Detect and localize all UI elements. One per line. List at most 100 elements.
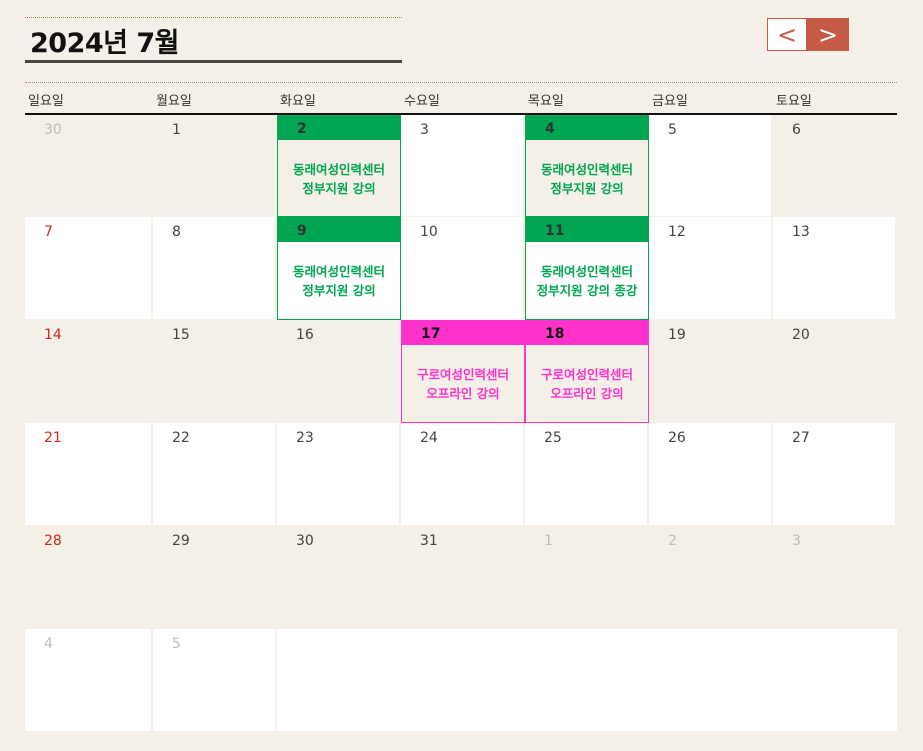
day-cell-event[interactable]: 18 구로여성인력센터오프라인 강의 xyxy=(525,320,649,423)
day-number: 1 xyxy=(172,122,181,138)
day-number: 15 xyxy=(172,327,190,343)
day-cell[interactable]: 16 xyxy=(277,320,401,423)
day-cell[interactable]: 7 xyxy=(25,217,153,320)
day-cell[interactable]: 13 xyxy=(773,217,897,320)
next-month-button[interactable]: > xyxy=(807,18,849,51)
day-number: 16 xyxy=(296,327,314,343)
weekday-wed: 수요일 xyxy=(404,94,440,109)
weekday-mon: 월요일 xyxy=(156,94,192,109)
day-number: 23 xyxy=(296,430,314,446)
day-cell[interactable]: 30 xyxy=(25,115,153,217)
day-number: 5 xyxy=(668,122,677,138)
day-number: 17 xyxy=(421,326,441,342)
day-number: 13 xyxy=(792,224,810,240)
day-number: 3 xyxy=(792,533,801,549)
day-cell[interactable]: 6 xyxy=(773,115,897,217)
event-line: 구로여성인력센터 xyxy=(416,367,509,382)
event-line: 오프라인 강의 xyxy=(550,386,624,401)
day-cell[interactable]: 5 xyxy=(153,629,277,732)
day-cell[interactable]: 5 xyxy=(649,115,773,217)
month-header: 2024년 7월 xyxy=(25,17,402,63)
day-cell[interactable]: 4 xyxy=(25,629,153,732)
day-number: 6 xyxy=(792,122,801,138)
day-number: 26 xyxy=(668,430,686,446)
calendar-grid: 30 1 2 동래여성인력센터 정부지원 강의 3 4 동래여성인력센터 정부지원 … xyxy=(25,115,897,732)
day-cell[interactable]: 3 xyxy=(401,115,525,217)
day-cell-event[interactable]: 17 구로여성인력센터 오프라인 강의 xyxy=(401,320,525,423)
day-cell[interactable]: 8 xyxy=(153,217,277,320)
day-cell[interactable]: 15 xyxy=(153,320,277,423)
day-cell[interactable]: 28 xyxy=(25,526,153,629)
day-cell[interactable]: 29 xyxy=(153,526,277,629)
event-label[interactable]: 동래여성인력센터정부지원 강의 xyxy=(278,160,400,198)
day-cell[interactable]: 3 xyxy=(773,526,897,629)
month-title: 2024년 7월 xyxy=(30,28,180,59)
event-line: 정부지원 강의 종강 xyxy=(536,283,638,298)
event-line: 정부지원 강의 xyxy=(302,181,376,196)
event-label[interactable]: 동래여성인력센터정부지원 강의 xyxy=(526,160,648,198)
day-number: 8 xyxy=(172,224,181,240)
day-number: 31 xyxy=(420,533,438,549)
event-line: 동래여성인력센터 xyxy=(540,264,633,279)
day-cell-event[interactable]: 11 동래여성인력센터정부지원 강의 종강 xyxy=(525,217,649,320)
weekday-sun: 일요일 xyxy=(28,94,64,109)
day-cell[interactable]: 22 xyxy=(153,423,277,526)
day-cell[interactable]: 14 xyxy=(25,320,153,423)
day-number: 18 xyxy=(545,326,565,342)
day-cell-event[interactable]: 2 동래여성인력센터정부지원 강의 xyxy=(277,115,401,217)
day-number: 1 xyxy=(544,533,553,549)
day-cell[interactable]: 10 xyxy=(401,217,525,320)
day-number: 12 xyxy=(668,224,686,240)
event-label[interactable]: 동래여성인력센터정부지원 강의 종강 xyxy=(526,262,648,300)
day-cell[interactable]: 30 xyxy=(277,526,401,629)
event-line: 구로여성인력센터 xyxy=(540,367,633,382)
prev-month-button[interactable]: < xyxy=(767,18,807,51)
weekday-fri: 금요일 xyxy=(652,94,688,109)
day-number: 3 xyxy=(420,122,429,138)
day-cell[interactable]: 1 xyxy=(153,115,277,217)
day-number: 19 xyxy=(668,327,686,343)
empty-area xyxy=(277,629,897,732)
day-cell[interactable]: 24 xyxy=(401,423,525,526)
day-number: 5 xyxy=(172,636,181,652)
day-number: 24 xyxy=(420,430,438,446)
day-cell[interactable]: 21 xyxy=(25,423,153,526)
day-number: 7 xyxy=(44,224,53,240)
day-number: 10 xyxy=(420,224,438,240)
day-cell[interactable]: 2 xyxy=(649,526,773,629)
day-cell-event[interactable]: 9 동래여성인력센터 정부지원 강의 xyxy=(277,217,401,320)
day-cell-event[interactable]: 4 동래여성인력센터정부지원 강의 xyxy=(525,115,649,217)
day-cell[interactable]: 12 xyxy=(649,217,773,320)
event-label[interactable]: 구로여성인력센터오프라인 강의 xyxy=(526,365,648,403)
event-line: 동래여성인력센터 xyxy=(540,162,633,177)
day-number: 11 xyxy=(545,223,565,239)
event-line: 정부지원 강의 xyxy=(302,283,376,298)
day-cell[interactable]: 26 xyxy=(649,423,773,526)
day-cell[interactable]: 27 xyxy=(773,423,897,526)
day-cell[interactable]: 31 xyxy=(401,526,525,629)
day-number: 27 xyxy=(792,430,810,446)
day-number: 4 xyxy=(545,121,555,137)
day-cell[interactable]: 25 xyxy=(525,423,649,526)
day-number: 25 xyxy=(544,430,562,446)
day-number: 29 xyxy=(172,533,190,549)
weekday-header: 일요일 월요일 화요일 수요일 목요일 금요일 토요일 xyxy=(25,82,897,116)
event-label[interactable]: 구로여성인력센터 오프라인 강의 xyxy=(402,365,524,403)
day-number: 28 xyxy=(44,533,62,549)
day-number: 2 xyxy=(668,533,677,549)
event-label[interactable]: 동래여성인력센터정부지원 강의 xyxy=(278,262,400,300)
event-line: 동래여성인력센터 xyxy=(292,264,385,279)
day-cell[interactable]: 1 xyxy=(525,526,649,629)
day-number: 20 xyxy=(792,327,810,343)
day-cell[interactable]: 20 xyxy=(773,320,897,423)
weekday-sat: 토요일 xyxy=(776,94,812,109)
day-cell[interactable]: 23 xyxy=(277,423,401,526)
day-number: 4 xyxy=(44,636,53,652)
event-line: 정부지원 강의 xyxy=(550,181,624,196)
weekday-thu: 목요일 xyxy=(528,94,564,109)
day-number: 22 xyxy=(172,430,190,446)
day-number: 21 xyxy=(44,430,62,446)
day-number: 2 xyxy=(297,121,307,137)
day-cell[interactable]: 19 xyxy=(649,320,773,423)
event-line: 동래여성인력센터 xyxy=(292,162,385,177)
